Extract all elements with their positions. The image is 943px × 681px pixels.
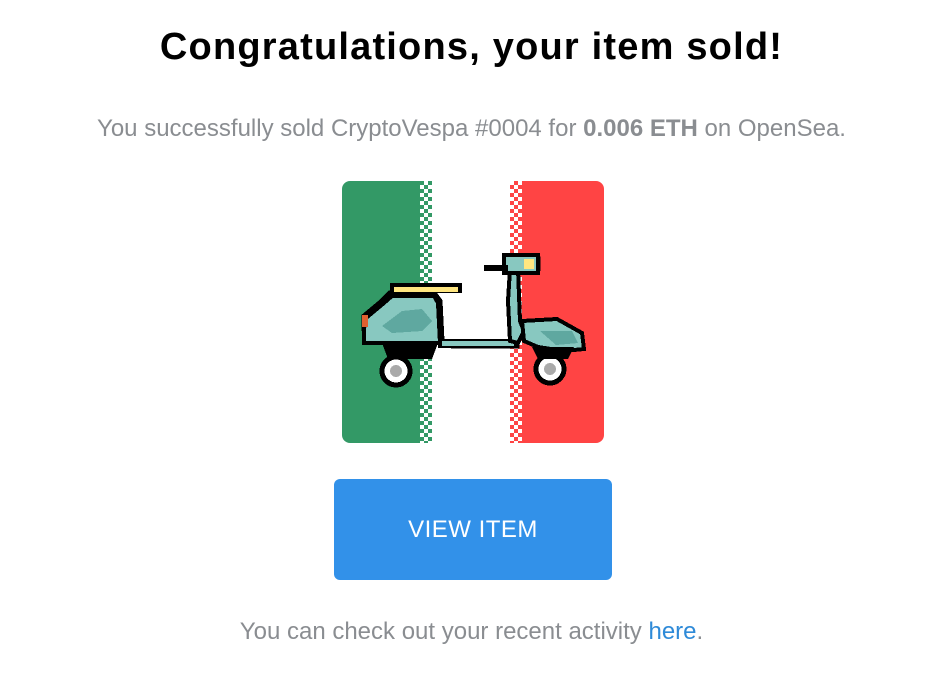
recent-activity-text: You can check out your recent activity h… xyxy=(0,615,943,649)
nft-image[interactable] xyxy=(342,181,604,443)
sale-summary-suffix: on OpenSea. xyxy=(697,115,846,142)
sale-summary: You successfully sold CryptoVespa #0004 … xyxy=(0,112,943,146)
recent-activity-prefix: You can check out your recent activity xyxy=(239,618,649,645)
vespa-scooter-icon xyxy=(342,181,604,443)
sale-summary-prefix: You successfully sold CryptoVespa #0004 … xyxy=(97,115,584,142)
recent-activity-link[interactable]: here xyxy=(648,618,696,645)
recent-activity-suffix: . xyxy=(696,618,704,645)
page-title: Congratulations, your item sold! xyxy=(159,26,784,68)
sale-price: 0.006 ETH xyxy=(583,115,698,142)
view-item-button[interactable]: VIEW ITEM xyxy=(334,479,612,580)
